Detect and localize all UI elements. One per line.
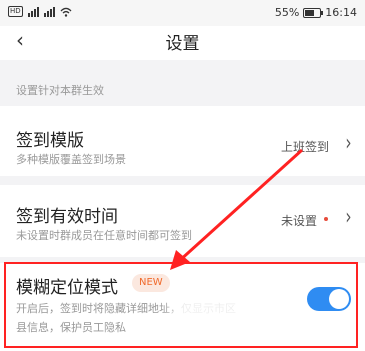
highlight-box — [4, 262, 358, 348]
signal-icon-2 — [43, 6, 55, 17]
clock: 16:14 — [325, 6, 357, 19]
setting-row-template[interactable]: 签到模版 多种模版覆盖签到场景 上班签到 › — [0, 106, 365, 176]
status-left: HD — [8, 6, 72, 17]
page-title: 设置 — [165, 34, 200, 54]
nav-bar: ‹ 设置 — [0, 26, 365, 60]
chevron-right-icon: › — [345, 205, 352, 230]
red-dot-icon — [324, 217, 328, 221]
setting-row-valid-time[interactable]: 签到有效时间 未设置时群成员在任意时间都可签到 未设置 › — [0, 185, 365, 257]
row-subtitle: 多种模版覆盖签到场景 — [16, 153, 126, 166]
hd-badge: HD — [8, 6, 23, 17]
row-value: 未设置 — [280, 214, 317, 228]
row-title: 签到模版 — [16, 131, 84, 151]
battery-icon — [303, 7, 324, 18]
section-hint: 设置针对本群生效 — [16, 84, 104, 97]
row-value: 上班签到 — [280, 140, 329, 154]
signal-icon — [27, 6, 39, 17]
chevron-right-icon: › — [345, 131, 352, 156]
row-title: 签到有效时间 — [16, 207, 118, 227]
status-right: 55% 16:14 — [275, 6, 357, 19]
battery-percent: 55% — [274, 6, 300, 19]
row-subtitle: 未设置时群成员在任意时间都可签到 — [16, 229, 192, 242]
wifi-icon — [60, 7, 72, 17]
status-bar: HD 55% 16:14 — [0, 0, 365, 26]
